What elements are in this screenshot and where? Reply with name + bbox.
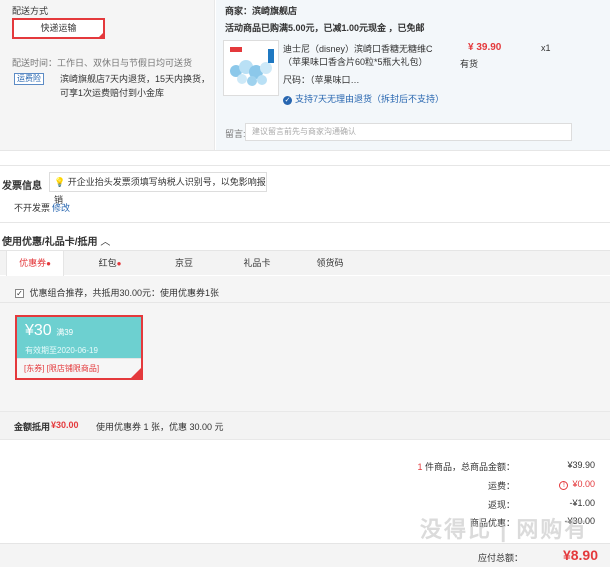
coupon-condition: 满39 [56, 328, 74, 337]
checkbox-checked-icon[interactable]: ✓ [15, 289, 24, 299]
shop-name: 商家：滨崎旗舰店 [225, 6, 298, 16]
divider [0, 165, 610, 166]
rebate-label: 返现： [487, 500, 515, 510]
chevron-up-icon: ︿ [100, 237, 111, 248]
invoice-edit-link[interactable]: 修改 [52, 201, 70, 214]
comment-input[interactable]: 建议留言前先与商家沟通确认 [245, 123, 572, 141]
seven-day-return: ✓ 支持7天无理由退货（拆封后不支持） [283, 92, 444, 105]
tab-coupon[interactable]: 优惠券● [6, 251, 64, 277]
shipping-method-button[interactable]: 快递运输 [12, 18, 105, 39]
comment-label: 留言: [225, 129, 246, 139]
invoice-title: 发票信息 [2, 181, 42, 192]
tab-coupon-label: 优惠券 [19, 258, 47, 268]
shipping-fee-amount: ¥0.00 [572, 479, 595, 489]
tab-jingdou[interactable]: 京豆 [158, 251, 210, 276]
coupon-expiry: 有效期至2020-06-19 [25, 346, 98, 355]
product-name-line-2[interactable]: （苹果味口香含片60粒*5瓶大礼包） [283, 55, 428, 68]
shipping-method-label: 快递运输 [40, 23, 77, 33]
divider [0, 150, 610, 151]
product-name-line-1[interactable]: 迪士尼（disney）滨崎口香糖无糖维C [283, 42, 433, 55]
shipping-fee-row: 运费： ! ¥0.00 [380, 479, 605, 495]
tab-redeem-code-label: 领货码 [316, 258, 344, 268]
invoice-status: 不开发票 [14, 203, 51, 213]
notification-dot-icon: ● [116, 259, 122, 268]
product-quantity: x1 [541, 43, 551, 53]
tab-red-packet-label: 红包 [98, 258, 117, 268]
deduct-amount: ¥30.00 [51, 420, 79, 430]
invoice-tip-text: 开企业抬头发票须填写纳税人识别号，以免影响报销 [54, 177, 266, 205]
tab-jingdou-label: 京豆 [174, 258, 193, 268]
payable-label: 应付总额： [478, 553, 524, 563]
selected-corner-icon [97, 31, 105, 39]
goods-count-label: 1 件商品，总商品金额： [417, 460, 515, 473]
freight-insurance-tag: 运费险 [14, 73, 44, 85]
product-image[interactable] [223, 40, 279, 96]
divider [0, 302, 610, 303]
info-circle-icon: ✓ [283, 96, 292, 105]
shipping-title: 配送方式 [12, 6, 49, 16]
product-size: 尺码：（苹果味口… [283, 75, 360, 85]
payable-amount: ¥8.90 [562, 547, 598, 563]
delivery-time: 配送时间：工作日、双休日与节假日均可送货 [12, 58, 193, 68]
promo-text: 活动商品已购满5.00元，已减1.00元现金 ，已免邮 [225, 23, 425, 33]
selected-corner-icon [131, 368, 141, 378]
discount-tabs: 优惠券● 红包● 京豆 礼品卡 领货码 [0, 250, 610, 277]
product-price: ¥ 39.90 [468, 42, 502, 53]
seven-day-return-text: 支持7天无理由退货（拆封后不支持） [295, 94, 445, 104]
deduct-description: 使用优惠券 1 张，优惠 30.00 元 [96, 422, 224, 432]
goods-count-text: 件商品，总商品金额： [422, 462, 515, 472]
combo-recommendation[interactable]: ✓ 优惠组合推荐，共抵用30.00元：使用优惠券1张 [15, 286, 219, 299]
goods-total-row: 1 件商品，总商品金额： ¥39.90 [380, 460, 605, 476]
freight-insurance-badge: 运费险 [14, 73, 44, 85]
deduct-label: 金额抵用 [14, 422, 51, 432]
tab-gift-card-label: 礼品卡 [243, 258, 271, 268]
shipping-fee-value: ! ¥0.00 [559, 479, 595, 490]
combo-text: 优惠组合推荐，共抵用30.00元：使用优惠券1张 [29, 288, 220, 298]
rebate-value: -¥1.00 [569, 498, 595, 508]
divider [0, 222, 610, 223]
lightbulb-icon: 💡 [54, 177, 66, 187]
invoice-tip: 💡 开企业抬头发票须填写纳税人识别号，以免影响报销 [49, 172, 267, 205]
tab-red-packet[interactable]: 红包● [84, 251, 136, 276]
return-policy-line-1: 滨崎旗舰店7天内退货，15天内换货， [60, 74, 211, 84]
discount-title-text: 使用优惠/礼品卡/抵用 [2, 237, 98, 248]
candy-jar-icon [224, 41, 278, 95]
coupon-value: ¥30 满39 [25, 322, 73, 340]
coupon-tags: [东券] [限店铺限商品] [17, 358, 141, 378]
tab-redeem-code[interactable]: 领货码 [304, 251, 356, 276]
tab-gift-card[interactable]: 礼品卡 [228, 251, 286, 276]
coupon-amount: ¥30 [25, 322, 52, 339]
stock-status: 有货 [460, 59, 479, 69]
notification-dot-icon: ● [46, 259, 51, 268]
goods-total-value: ¥39.90 [567, 460, 595, 470]
deduction-bar [0, 411, 610, 440]
return-policy-line-2: 可享1次运费赔付到小金库 [60, 88, 165, 98]
coupon-card[interactable]: ¥30 满39 有效期至2020-06-19 [东券] [限店铺限商品] [15, 315, 143, 380]
discount-section-title[interactable]: 使用优惠/礼品卡/抵用 ︿ [2, 233, 110, 248]
shipping-fee-label: 运费： [487, 481, 515, 491]
info-icon[interactable]: ! [559, 481, 569, 490]
